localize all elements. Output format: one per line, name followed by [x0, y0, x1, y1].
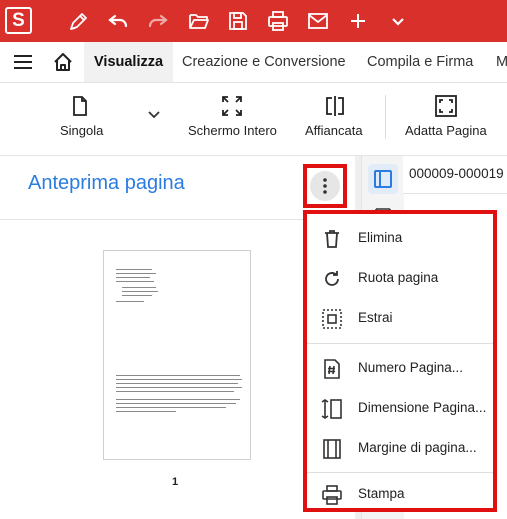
menu-item-label: Numero Pagina...	[358, 360, 464, 375]
print-icon	[322, 485, 342, 505]
extract-icon	[322, 309, 342, 329]
thumb-text-line	[122, 291, 158, 292]
menu-item-label: Stampa	[358, 486, 405, 501]
fullscreen-icon[interactable]	[221, 95, 243, 117]
thumb-text-line	[116, 379, 242, 380]
menu-item-page-number[interactable]: Numero Pagina...	[307, 348, 493, 388]
menu-item-label: Estrai	[358, 310, 393, 325]
more-options-button[interactable]	[310, 171, 340, 201]
print-icon[interactable]	[266, 9, 290, 33]
page-thumbnail[interactable]	[103, 250, 251, 460]
menu-divider	[307, 343, 493, 344]
side-by-side-icon[interactable]	[324, 95, 346, 117]
panel-divider	[0, 219, 355, 220]
thumb-text-line	[116, 391, 234, 392]
menu-row: Visualizza Creazione e Conversione Compi…	[0, 42, 507, 83]
chevron-down-icon[interactable]	[386, 9, 410, 33]
menu-item-page-margins[interactable]: Margine di pagina...	[307, 428, 493, 468]
home-icon[interactable]	[52, 51, 74, 73]
thumb-text-line	[122, 295, 152, 296]
menu-item-page-size[interactable]: Dimensione Pagina...	[307, 388, 493, 428]
menu-item-delete[interactable]: Elimina	[307, 218, 493, 258]
thumb-text-line	[116, 375, 240, 376]
thumb-text-line	[116, 301, 144, 302]
save-icon[interactable]	[226, 9, 250, 33]
menu-item-label: Margine di pagina...	[358, 440, 477, 455]
view-toolbar: Singola Schermo Intero Affiancata Adatta…	[0, 83, 507, 156]
redo-icon[interactable]	[146, 9, 170, 33]
tab-more[interactable]: M	[496, 42, 507, 82]
thumb-text-line	[116, 387, 242, 388]
margins-icon	[323, 439, 341, 459]
fit-page-button[interactable]: Adatta Pagina	[405, 123, 487, 138]
thumb-text-line	[116, 399, 240, 400]
kebab-icon	[323, 178, 327, 194]
menu-item-label: Elimina	[358, 230, 403, 245]
thumb-text-line	[116, 407, 226, 408]
plus-icon[interactable]	[346, 9, 370, 33]
panel-title: Anteprima pagina	[28, 172, 185, 194]
thumb-text-line	[116, 269, 152, 270]
mail-icon[interactable]	[306, 9, 330, 33]
thumb-text-line	[116, 411, 176, 412]
tab-compila-firma[interactable]: Compila e Firma	[367, 42, 473, 82]
menu-item-label: Ruota pagina	[358, 270, 439, 285]
rotate-icon	[325, 271, 339, 286]
menu-item-rotate[interactable]: Ruota pagina	[307, 258, 493, 298]
single-page-button[interactable]: Singola	[60, 123, 103, 138]
undo-icon[interactable]	[106, 9, 130, 33]
chevron-down-icon[interactable]	[147, 110, 161, 120]
tab-visualizza[interactable]: Visualizza	[84, 42, 174, 82]
page-number: 1	[172, 476, 179, 488]
page-options-menu: Elimina Ruota pagina Estrai Numero Pagin…	[303, 210, 497, 512]
fullscreen-button[interactable]: Schermo Intero	[188, 123, 277, 138]
thumb-text-line	[122, 287, 156, 288]
thumb-text-line	[116, 383, 238, 384]
hamburger-icon[interactable]	[13, 52, 33, 72]
menu-divider	[307, 472, 493, 473]
pen-icon[interactable]	[67, 9, 91, 33]
open-folder-icon[interactable]	[187, 9, 211, 33]
fit-page-icon[interactable]	[434, 94, 458, 118]
thumb-text-line	[116, 281, 154, 282]
thumb-text-line	[116, 403, 236, 404]
page-size-icon	[321, 399, 342, 419]
side-by-side-button[interactable]: Affiancata	[305, 123, 363, 138]
toolbar-divider	[385, 95, 386, 139]
single-page-icon[interactable]	[70, 95, 90, 117]
thumb-text-line	[116, 273, 156, 274]
sidebar-toggle-button[interactable]	[368, 164, 398, 194]
document-tab[interactable]: 000009-000019	[403, 156, 507, 194]
trash-icon	[325, 230, 339, 248]
sidebar-toggle-icon	[374, 170, 392, 188]
menu-item-extract[interactable]: Estrai	[307, 298, 493, 338]
title-bar: S	[0, 0, 507, 42]
tab-creazione-conversione[interactable]: Creazione e Conversione	[182, 42, 346, 82]
menu-item-print[interactable]: Stampa	[307, 474, 493, 514]
thumb-text-line	[116, 277, 150, 278]
hash-icon	[324, 359, 340, 379]
app-logo: S	[5, 7, 32, 34]
menu-item-label: Dimensione Pagina...	[358, 400, 487, 415]
